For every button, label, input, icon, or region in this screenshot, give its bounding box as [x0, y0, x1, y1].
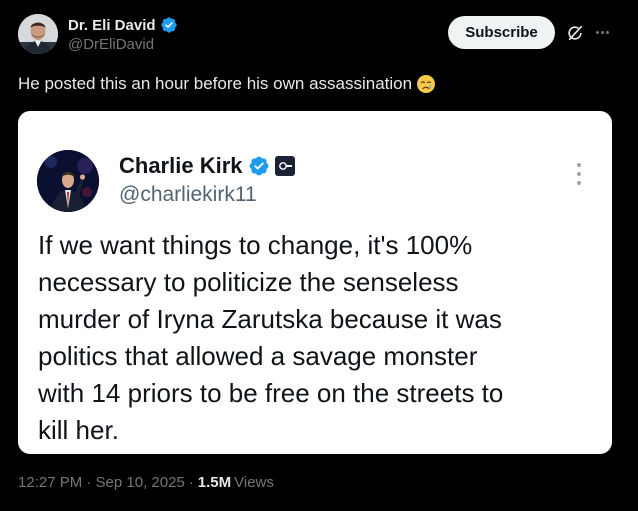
grok-icon[interactable] — [566, 24, 584, 42]
views-label: Views — [234, 474, 274, 491]
profile-photo-icon — [18, 14, 58, 54]
post-metadata: 12:27 PM · Sep 10, 2025 · 1.5M Views — [18, 474, 274, 491]
verified-badge-icon[interactable] — [248, 155, 270, 177]
author-display-name[interactable]: Dr. Eli David — [68, 17, 156, 34]
quoted-author-handle[interactable]: @charliekirk11 — [119, 183, 257, 207]
subscribe-button[interactable]: Subscribe — [448, 16, 555, 49]
post-text-content: He posted this an hour before his own as… — [18, 74, 413, 93]
quoted-author-display-name[interactable]: Charlie Kirk — [119, 153, 243, 179]
post-header: Dr. Eli David @DrEliDavid Subscribe — [18, 14, 622, 58]
dot-icon — [577, 163, 581, 167]
quoted-more-options-icon[interactable] — [576, 163, 582, 185]
dot-icon — [605, 30, 609, 34]
crying-face-emoji-icon — [417, 75, 436, 93]
verified-badge-icon[interactable] — [160, 16, 178, 34]
views-count[interactable]: 1.5M — [198, 474, 231, 491]
dot-icon — [577, 181, 581, 185]
dot-icon — [577, 172, 581, 176]
meta-separator: · — [188, 474, 194, 491]
dot-icon — [595, 30, 599, 34]
quoted-post-card[interactable]: Charlie Kirk @charliekirk11 If we want t… — [18, 111, 612, 454]
post-timestamp[interactable]: 12:27 PM · Sep 10, 2025 — [18, 474, 185, 491]
more-options-icon[interactable] — [591, 22, 613, 42]
quoted-post-text: If we want things to change, it's 100% n… — [38, 227, 598, 449]
quoted-author-avatar[interactable] — [37, 150, 99, 212]
affiliate-badge-icon[interactable] — [274, 156, 295, 176]
author-avatar[interactable] — [18, 14, 58, 54]
quoted-text-line: murder of Iryna Zarutska because it was — [38, 304, 502, 334]
quoted-text-line: with 14 priors to be free on the streets… — [38, 378, 504, 408]
author-info: Dr. Eli David @DrEliDavid — [68, 15, 178, 53]
dot-icon — [600, 30, 604, 34]
post-text: He posted this an hour before his own as… — [18, 74, 436, 94]
quoted-text-line: If we want things to change, it's 100% — [38, 230, 473, 260]
author-name-row: Dr. Eli David — [68, 15, 178, 35]
quoted-text-line: politics that allowed a savage monster — [38, 341, 478, 371]
quoted-text-line: kill her. — [38, 415, 119, 445]
quoted-author-name-row: Charlie Kirk — [119, 153, 295, 179]
profile-photo-icon — [37, 150, 99, 212]
quoted-text-line: necessary to politicize the senseless — [38, 267, 459, 297]
author-handle[interactable]: @DrEliDavid — [68, 36, 178, 53]
